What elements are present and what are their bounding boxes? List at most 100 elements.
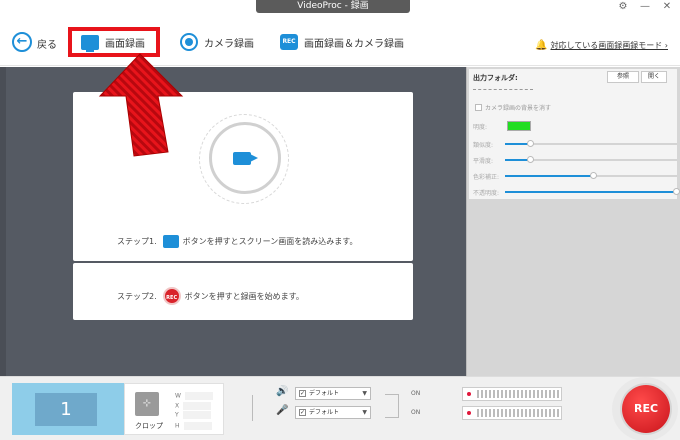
output-folder-label: 出力フォルダ: <box>473 74 518 82</box>
back-arrow-icon[interactable]: ← <box>12 32 32 52</box>
coord-y-label: Y <box>175 411 179 419</box>
slider-knob[interactable] <box>673 188 680 195</box>
coord-x: X <box>175 402 212 410</box>
slider-knob[interactable] <box>526 156 534 163</box>
smoothness-slider[interactable] <box>505 156 677 163</box>
slider-knob[interactable] <box>590 172 598 179</box>
close-button[interactable]: ✕ <box>658 0 676 14</box>
open-folder-button[interactable]: 開く <box>641 71 667 83</box>
settings-panel: 出力フォルダ: 参照 開く カメラ録画の背景を消す 明度: 類似度: 平滑度: … <box>466 67 680 376</box>
coord-w-label: W <box>175 392 181 400</box>
speaker-select[interactable]: ✓ デフォルト ▼ <box>295 387 371 400</box>
checkbox-box[interactable] <box>475 104 482 111</box>
color-swatch[interactable] <box>507 121 531 131</box>
speaker-device: デフォルト <box>309 390 340 397</box>
left-strip <box>0 67 6 376</box>
microphone-select[interactable]: ✓ デフォルト ▼ <box>295 406 371 419</box>
audio-bracket <box>385 394 399 418</box>
tab-screen-camera-record[interactable]: REC 画面録画＆カメラ録画 <box>280 27 404 57</box>
smoothness-row: 平滑度: <box>473 155 677 165</box>
chevron-down-icon: ▼ <box>362 390 367 397</box>
rec-icon: REC <box>280 34 298 50</box>
opacity-row: 不透明度: <box>473 187 680 197</box>
settings-panel-inner: 出力フォルダ: 参照 開く カメラ録画の背景を消す 明度: 類似度: 平滑度: … <box>469 69 680 199</box>
tab-camera-record[interactable]: カメラ録画 <box>180 27 254 57</box>
minimize-button[interactable]: — <box>636 0 654 14</box>
step2-card: ステップ2. REC ボタンを押すと録画を始めます。 <box>73 263 413 320</box>
remove-bg-label: カメラ録画の背景を消す <box>485 105 552 112</box>
output-path <box>473 89 533 95</box>
microphone-checkbox[interactable]: ✓ <box>299 409 306 416</box>
microphone-level-meter <box>462 406 562 420</box>
tab-screen-record-label: 画面録画 <box>105 38 145 50</box>
rec-icon: REC <box>162 287 181 305</box>
coord-x-label: X <box>175 402 180 410</box>
microphone-device: デフォルト <box>309 409 340 416</box>
crop-panel: ⊹ クロップ W X Y H <box>124 383 224 435</box>
window-title: VideoProc - 録画 <box>256 0 410 13</box>
monitor-icon <box>81 34 99 52</box>
supported-modes-link-text: 対応している画面録画録モード › <box>550 41 668 50</box>
bottom-bar: 1 ⊹ クロップ W X Y H 🔊 ✓ デフォルト ▼ 🎤 ✓ デフォルト ▼… <box>0 376 680 440</box>
speaker-icon[interactable]: 🔊 <box>276 386 288 397</box>
gear-icon[interactable]: ⚙ <box>614 0 632 14</box>
camera-icon <box>180 33 198 51</box>
screen-number: 1 <box>35 393 97 426</box>
slider-fill <box>505 175 595 177</box>
remove-bg-checkbox[interactable]: カメラ録画の背景を消す <box>475 103 551 112</box>
tab-camera-record-label: カメラ録画 <box>204 38 254 50</box>
similarity-slider[interactable] <box>505 140 677 147</box>
chevron-down-icon: ▼ <box>362 409 367 416</box>
step1-instruction: ステップ1. ボタンを押すとスクリーン画面を読み込みます。 <box>117 235 357 248</box>
supported-modes-link[interactable]: 🔔 対応している画面録画録モード › <box>535 40 668 51</box>
step2-number: ステップ2. <box>117 291 157 301</box>
crop-icon[interactable]: ⊹ <box>135 392 159 416</box>
speaker-state: ON <box>411 390 421 397</box>
speaker-checkbox[interactable]: ✓ <box>299 390 306 397</box>
tab-screen-camera-record-label: 画面録画＆カメラ録画 <box>304 38 404 50</box>
microphone-state: ON <box>411 409 421 416</box>
coord-w-input[interactable] <box>184 392 213 400</box>
level-dot <box>467 411 471 415</box>
level-dot <box>467 392 471 396</box>
microphone-icon[interactable]: 🎤 <box>276 405 288 416</box>
level-bars <box>477 409 559 417</box>
bell-icon: 🔔 <box>535 40 548 51</box>
red-arrow-annotation <box>98 53 184 157</box>
back-button[interactable]: 戻る <box>37 36 57 51</box>
opacity-label: 不透明度: <box>473 190 500 197</box>
step2-text: ボタンを押すと録画を始めます。 <box>184 291 304 301</box>
color-correction-row: 色彩補正: <box>473 171 677 181</box>
coord-w: W <box>175 392 213 400</box>
video-camera-icon <box>233 152 251 165</box>
level-bars <box>477 390 559 398</box>
monitor-icon <box>162 235 179 248</box>
color-correction-slider[interactable] <box>505 172 677 179</box>
crop-label: クロップ <box>135 422 163 430</box>
screen-selector[interactable]: 1 <box>12 383 124 435</box>
smoothness-label: 平滑度: <box>473 158 494 165</box>
step2-instruction: ステップ2. REC ボタンを押すと録画を始めます。 <box>117 287 304 305</box>
speaker-level-meter <box>462 387 562 401</box>
rec-button[interactable]: REC <box>622 385 670 433</box>
coord-y: Y <box>175 411 211 419</box>
coord-y-input[interactable] <box>182 411 211 419</box>
color-correction-label: 色彩補正: <box>473 174 500 181</box>
slider-knob[interactable] <box>526 140 534 147</box>
preview-area: ステップ1. ボタンを押すとスクリーン画面を読み込みます。 ステップ2. REC… <box>0 67 466 376</box>
title-bar: VideoProc - 録画 ⚙ — ✕ <box>0 0 680 14</box>
brightness-row: 明度: <box>473 121 677 131</box>
step1-text: ボタンを押すとスクリーン画面を読み込みます。 <box>182 237 358 246</box>
similarity-row: 類似度: <box>473 139 677 149</box>
coord-h-label: H <box>175 422 180 430</box>
step1-number: ステップ1. <box>117 237 157 246</box>
slider-fill <box>505 191 677 193</box>
divider <box>252 395 253 421</box>
coord-h-input[interactable] <box>183 422 212 430</box>
coord-x-input[interactable] <box>183 402 212 410</box>
opacity-slider[interactable] <box>505 188 680 195</box>
brightness-label: 明度: <box>473 124 488 131</box>
coord-h: H <box>175 422 212 430</box>
similarity-label: 類似度: <box>473 142 494 149</box>
browse-button[interactable]: 参照 <box>607 71 639 83</box>
